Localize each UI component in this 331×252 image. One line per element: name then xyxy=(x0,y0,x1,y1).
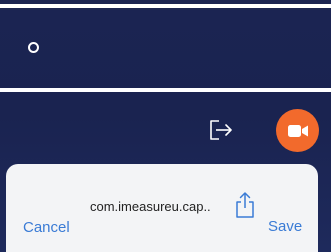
video-camera-icon xyxy=(287,124,308,137)
sheet-title: com.imeasureu.cap.. xyxy=(90,199,211,214)
save-button[interactable]: Save xyxy=(268,218,302,235)
save-sheet: com.imeasureu.cap.. Cancel Save xyxy=(6,164,318,252)
circle-indicator-icon xyxy=(28,42,39,53)
record-video-button[interactable] xyxy=(276,109,319,152)
top-divider xyxy=(0,4,331,8)
share-button[interactable] xyxy=(233,191,257,219)
share-icon xyxy=(236,192,254,218)
cancel-button[interactable]: Cancel xyxy=(23,219,70,236)
exit-button[interactable] xyxy=(207,117,235,143)
exit-icon xyxy=(210,120,232,140)
middle-divider xyxy=(0,88,331,92)
